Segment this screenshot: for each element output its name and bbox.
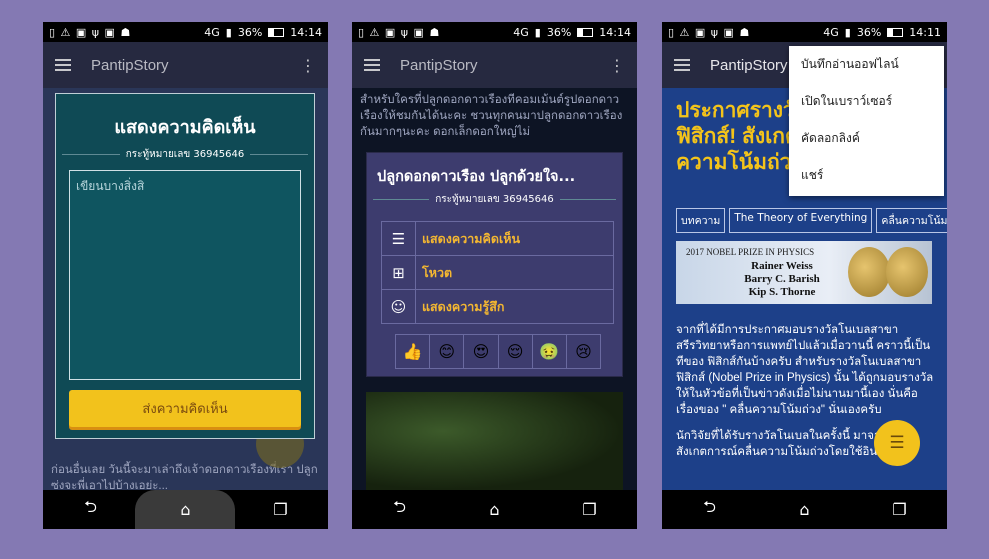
phone-screen-comment: ▯ ⚠ ▣ ψ ▣ ☗ 4G ▮ 36% 14:14 PantipStory ⋮ ก่… <box>43 22 328 529</box>
laureate-name: Barry C. Barish <box>744 273 820 285</box>
nobel-prize-banner: 2017 NOBEL PRIZE IN PHYSICS Rainer Weiss… <box>676 241 932 304</box>
app-title: PantipStory <box>400 56 478 74</box>
notification-icons: ▯ ⚠ ▣ ψ ▣ ☗ <box>358 25 441 39</box>
battery-level: 36% <box>237 25 263 39</box>
battery-level: 36% <box>546 25 572 39</box>
tag-chip[interactable]: บทความ <box>676 208 726 233</box>
phone-screen-article: ▯ ⚠ ▣ ψ ▣ ☗ 4G ▮ 36% 14:11 PantipStory ประก… <box>662 22 947 529</box>
home-icon[interactable]: ⌂ <box>785 500 825 519</box>
battery-icon <box>577 27 594 37</box>
menu-item-share[interactable]: แชร์ <box>789 157 944 194</box>
action-label: แสดงความคิดเห็น <box>422 230 521 246</box>
emotion-picker: 👍 😊 😍 😌 🤢 😢 <box>395 334 601 369</box>
overflow-menu-icon[interactable]: ⋮ <box>300 56 316 75</box>
topic-number: กระทู้หมายเลข 36945646 <box>367 192 622 207</box>
back-icon[interactable]: ⮌ <box>71 496 111 523</box>
dialog-title: ปลูกดอกดาวเรือง ปลูกด้วยใจ... <box>377 169 576 185</box>
medal-image <box>886 247 928 297</box>
system-nav-bar: ⮌ ⌂ ❐ <box>352 490 637 529</box>
comment-fab[interactable]: ☰ <box>874 420 920 466</box>
vote-icon: ⊞ <box>382 256 416 289</box>
tag-list: บทความ The Theory of Everything คลื่นควา… <box>676 208 947 233</box>
comment-icon: ☰ <box>889 433 905 453</box>
signal-icon: ▮ <box>225 25 232 39</box>
topic-number: กระทู้หมายเลข 36945646 <box>56 147 314 162</box>
network-label: 4G <box>513 25 529 39</box>
sad-emotion-icon[interactable]: 😢 <box>567 335 600 368</box>
menu-item-copy-link[interactable]: คัดลอกลิงค์ <box>789 120 944 157</box>
menu-icon[interactable] <box>364 56 380 74</box>
clock: 14:11 <box>909 25 941 39</box>
like-emotion-icon[interactable]: 👍 <box>396 335 431 368</box>
clock: 14:14 <box>599 25 631 39</box>
tag-chip[interactable]: The Theory of Everything <box>729 208 873 233</box>
laureate-name: Kip S. Thorne <box>748 286 816 298</box>
action-emotion[interactable]: ☺ แสดงความรู้สึก <box>382 290 613 323</box>
banner-header: 2017 NOBEL PRIZE IN PHYSICS <box>686 247 815 257</box>
love-emotion-icon[interactable]: 😍 <box>464 335 499 368</box>
app-bar: PantipStory ⋮ <box>352 42 637 88</box>
battery-icon <box>887 27 904 37</box>
overflow-menu-icon[interactable]: ⋮ <box>609 56 625 75</box>
home-icon[interactable]: ⌂ <box>166 500 206 519</box>
network-label: 4G <box>204 25 220 39</box>
comment-textarea[interactable]: เขียนบางสิ่งสิ <box>69 170 301 380</box>
action-list: ☰ แสดงความคิดเห็น ⊞ โหวต ☺ แสดงความรู้สึ… <box>381 221 614 324</box>
background-text: สำหรับใครที่ปลูกดอกดาวเรืองทีคอมเม้นต์รู… <box>360 94 623 138</box>
tag-chip[interactable]: คลื่นความโน้มถ่วง <box>876 208 947 233</box>
action-comment[interactable]: ☰ แสดงความคิดเห็น <box>382 222 613 256</box>
system-nav-bar: ⮌ ⌂ ❐ <box>662 490 947 529</box>
app-bar: PantipStory ⋮ <box>43 42 328 88</box>
signal-icon: ▮ <box>534 25 541 39</box>
recents-icon[interactable]: ❐ <box>880 500 920 519</box>
recents-icon[interactable]: ❐ <box>570 500 610 519</box>
action-label: แสดงความรู้สึก <box>422 298 505 314</box>
app-title: PantipStory <box>91 56 169 74</box>
battery-level: 36% <box>856 25 882 39</box>
menu-item-save-offline[interactable]: บันทึกอ่านออฟไลน์ <box>789 46 944 83</box>
action-vote[interactable]: ⊞ โหวต <box>382 256 613 290</box>
comment-dialog: แสดงความคิดเห็น กระทู้หมายเลข 36945646 เ… <box>55 93 315 439</box>
home-icon[interactable]: ⌂ <box>475 500 515 519</box>
relieved-emotion-icon[interactable]: 😌 <box>499 335 533 368</box>
emotion-icon: ☺ <box>382 290 416 323</box>
comment-icon: ☰ <box>382 222 416 255</box>
medal-image <box>848 247 890 297</box>
menu-icon[interactable] <box>55 56 71 74</box>
laureate-name: Rainer Weiss <box>751 260 813 272</box>
back-icon[interactable]: ⮌ <box>380 496 420 523</box>
menu-icon[interactable] <box>674 56 690 74</box>
plant-photo <box>366 392 623 490</box>
menu-item-open-browser[interactable]: เปิดในเบราว์เซอร์ <box>789 83 944 120</box>
smile-emotion-icon[interactable]: 😊 <box>430 335 465 368</box>
recents-icon[interactable]: ❐ <box>261 500 301 519</box>
status-bar: ▯ ⚠ ▣ ψ ▣ ☗ 4G ▮ 36% 14:14 <box>43 22 328 42</box>
notification-icons: ▯ ⚠ ▣ ψ ▣ ☗ <box>49 25 132 39</box>
battery-icon <box>268 27 285 37</box>
action-label: โหวต <box>422 264 453 280</box>
notification-icons: ▯ ⚠ ▣ ψ ▣ ☗ <box>668 25 751 39</box>
dialog-title: แสดงความคิดเห็น <box>114 117 256 138</box>
status-bar: ▯ ⚠ ▣ ψ ▣ ☗ 4G ▮ 36% 14:14 <box>352 22 637 42</box>
status-bar: ▯ ⚠ ▣ ψ ▣ ☗ 4G ▮ 36% 14:11 <box>662 22 947 42</box>
network-label: 4G <box>823 25 839 39</box>
article-paragraph: จากที่ได้มีการประกาศมอบรางวัลโนเบลสาขาสร… <box>676 324 934 416</box>
overflow-menu: บันทึกอ่านออฟไลน์ เปิดในเบราว์เซอร์ คัดล… <box>789 46 944 196</box>
phone-screen-actions: ▯ ⚠ ▣ ψ ▣ ☗ 4G ▮ 36% 14:14 PantipStory ⋮ สำ… <box>352 22 637 529</box>
topic-actions-dialog: ปลูกดอกดาวเรือง ปลูกด้วยใจ... กระทู้หมาย… <box>366 152 623 377</box>
app-title: PantipStory <box>710 56 788 74</box>
clock: 14:14 <box>290 25 322 39</box>
signal-icon: ▮ <box>844 25 851 39</box>
back-icon[interactable]: ⮌ <box>690 496 730 523</box>
send-comment-button[interactable]: ส่งความคิดเห็น <box>69 390 301 427</box>
sick-emotion-icon[interactable]: 🤢 <box>533 335 567 368</box>
